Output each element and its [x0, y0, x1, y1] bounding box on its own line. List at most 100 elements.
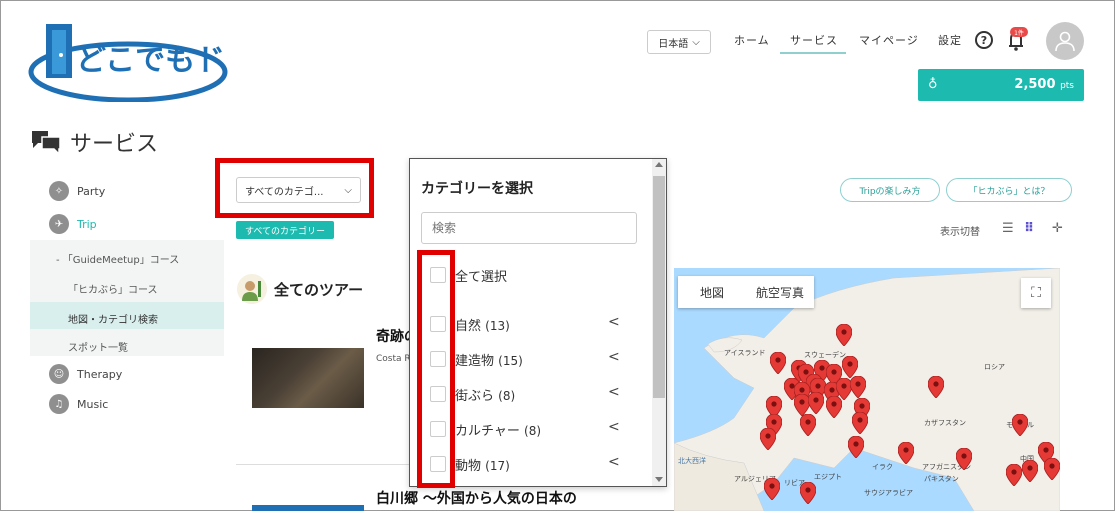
scrollbar-thumb[interactable]: [653, 176, 665, 398]
tours-heading: 全てのツアー: [236, 273, 363, 305]
nav-home[interactable]: ホーム: [734, 32, 770, 48]
language-select[interactable]: 日本語 ⌵: [647, 30, 711, 54]
sidebar-item-label: Trip: [77, 217, 97, 231]
highlight-box-checkboxes: [417, 250, 455, 488]
nav-active-underline: [780, 52, 846, 54]
sidebar-sub-guidemeetup[interactable]: - 「GuideMeetup」コース: [56, 251, 179, 266]
tour-thumbnail[interactable]: [252, 348, 364, 408]
category-select-value: すべてのカテゴ...: [245, 186, 324, 198]
map-marker-icon[interactable]: [760, 428, 776, 450]
option-label: 動物 (17): [455, 459, 510, 474]
panel-title: カテゴリーを選択: [421, 181, 533, 197]
avatar[interactable]: [1046, 22, 1084, 60]
chat-bubbles-icon: [32, 131, 61, 155]
map-label: 北大西洋: [678, 457, 706, 465]
sidebar-sub-hikabura[interactable]: 「ヒカぶら」コース: [68, 281, 158, 296]
map-marker-icon[interactable]: [764, 478, 780, 500]
help-icon[interactable]: ?: [975, 31, 993, 49]
map-type-tabs: 地図 航空写真: [678, 276, 814, 308]
chevron-left-icon[interactable]: <: [608, 454, 620, 470]
view-toggle-label: 表示切替: [940, 227, 980, 238]
sidebar-item-party[interactable]: ✧ Party: [49, 181, 105, 201]
map-label: イラク: [872, 463, 893, 471]
map-label: エジプト: [814, 473, 842, 481]
map-marker-icon[interactable]: [770, 352, 786, 374]
notification-badge: 1件: [1010, 27, 1028, 37]
map-tab-satellite[interactable]: 航空写真: [746, 284, 814, 301]
points-value: 2,500 pts: [1014, 77, 1074, 92]
nav-service[interactable]: サービス: [790, 32, 838, 48]
map-marker-icon[interactable]: [850, 376, 866, 398]
party-icon: ✧: [49, 181, 69, 201]
map-marker-icon[interactable]: [836, 324, 852, 346]
map-marker-icon[interactable]: [808, 392, 824, 414]
map-label: カザフスタン: [924, 419, 966, 427]
map-view-icon[interactable]: ✛: [1052, 221, 1063, 236]
logo-text: どこでもドア: [76, 43, 228, 78]
sidebar-item-label: Therapy: [77, 367, 123, 381]
select-all-label: 全て選択: [455, 270, 508, 285]
option-label: カルチャー (8): [455, 424, 542, 439]
user-icon: [1055, 31, 1075, 52]
page-title: サービス: [30, 126, 158, 158]
coin-icon: ♁: [928, 77, 938, 92]
category-chip[interactable]: すべてのカテゴリー: [236, 221, 334, 239]
map-marker-icon[interactable]: [852, 412, 868, 434]
hikabura-about-button[interactable]: 「ヒカぶら」とは？: [946, 178, 1072, 202]
chevron-left-icon[interactable]: <: [608, 349, 620, 365]
logo[interactable]: どこでもドア: [28, 22, 228, 102]
map-marker-icon[interactable]: [1006, 464, 1022, 486]
nav-mypage[interactable]: マイページ: [859, 32, 919, 48]
sidebar-item-music[interactable]: ♫ Music: [49, 394, 108, 414]
map-tab-map[interactable]: 地図: [678, 284, 746, 301]
chevron-left-icon[interactable]: <: [608, 314, 620, 330]
nav-settings[interactable]: 設定: [938, 32, 962, 48]
tour-thumbnail[interactable]: [252, 505, 364, 511]
sidebar-sub-spot-list[interactable]: スポット一覧: [68, 339, 128, 354]
scroll-down-icon[interactable]: [655, 477, 663, 482]
option-label: 自然 (13): [455, 319, 510, 334]
category-search-input[interactable]: [421, 212, 637, 244]
therapy-icon: ☺: [49, 364, 69, 384]
option-label: 建造物 (15): [455, 354, 523, 369]
music-icon: ♫: [49, 394, 69, 414]
page-title-text: サービス: [70, 132, 159, 157]
map-marker-icon[interactable]: [800, 482, 816, 504]
map-label: ロシア: [984, 363, 1005, 371]
points-button[interactable]: ♁ 2,500 pts: [918, 69, 1084, 101]
language-label: 日本語: [658, 38, 689, 50]
grid-view-icon[interactable]: ⠿: [1024, 221, 1034, 236]
map-marker-icon[interactable]: [1022, 460, 1038, 482]
sidebar-sub-map-search[interactable]: 地図・カテゴリ検索: [68, 311, 158, 326]
sidebar-item-label: Party: [77, 184, 106, 198]
scroll-up-icon[interactable]: [655, 162, 663, 167]
map-marker-icon[interactable]: [826, 396, 842, 418]
map-marker-icon[interactable]: [898, 442, 914, 464]
map-label: スウェーデン: [804, 351, 846, 359]
map-marker-icon[interactable]: [1012, 414, 1028, 436]
map-marker-icon[interactable]: [842, 356, 858, 378]
tour-title[interactable]: 白川郷 ～外国から人気の日本の: [376, 488, 577, 508]
map-marker-icon[interactable]: [928, 376, 944, 398]
tour-guide-icon: [237, 274, 267, 304]
map-marker-icon[interactable]: [848, 436, 864, 458]
map-label: アイスランド: [724, 349, 766, 357]
chevron-left-icon[interactable]: <: [608, 419, 620, 435]
category-select[interactable]: すべてのカテゴ... ⌵: [236, 177, 361, 203]
map-label: サウジアラビア: [864, 489, 913, 497]
sidebar-item-therapy[interactable]: ☺ Therapy: [49, 364, 122, 384]
option-label: 街ぶら (8): [455, 389, 516, 404]
tour-subtitle: Costa R: [376, 354, 411, 364]
chevron-left-icon[interactable]: <: [608, 384, 620, 400]
map-marker-icon[interactable]: [1044, 458, 1060, 480]
map-marker-icon[interactable]: [800, 414, 816, 436]
chevron-down-icon: ⌵: [344, 184, 352, 196]
sidebar-item-trip[interactable]: ✈ Trip: [49, 214, 97, 234]
sidebar-item-label: Music: [77, 397, 109, 411]
list-view-icon[interactable]: ☰: [1002, 221, 1014, 236]
trip-icon: ✈: [49, 214, 69, 234]
map-label: パキスタン: [924, 475, 959, 483]
map-marker-icon[interactable]: [956, 448, 972, 470]
fullscreen-icon[interactable]: ⛶: [1021, 278, 1051, 308]
trip-guide-button[interactable]: Tripの楽しみ方: [840, 178, 940, 202]
